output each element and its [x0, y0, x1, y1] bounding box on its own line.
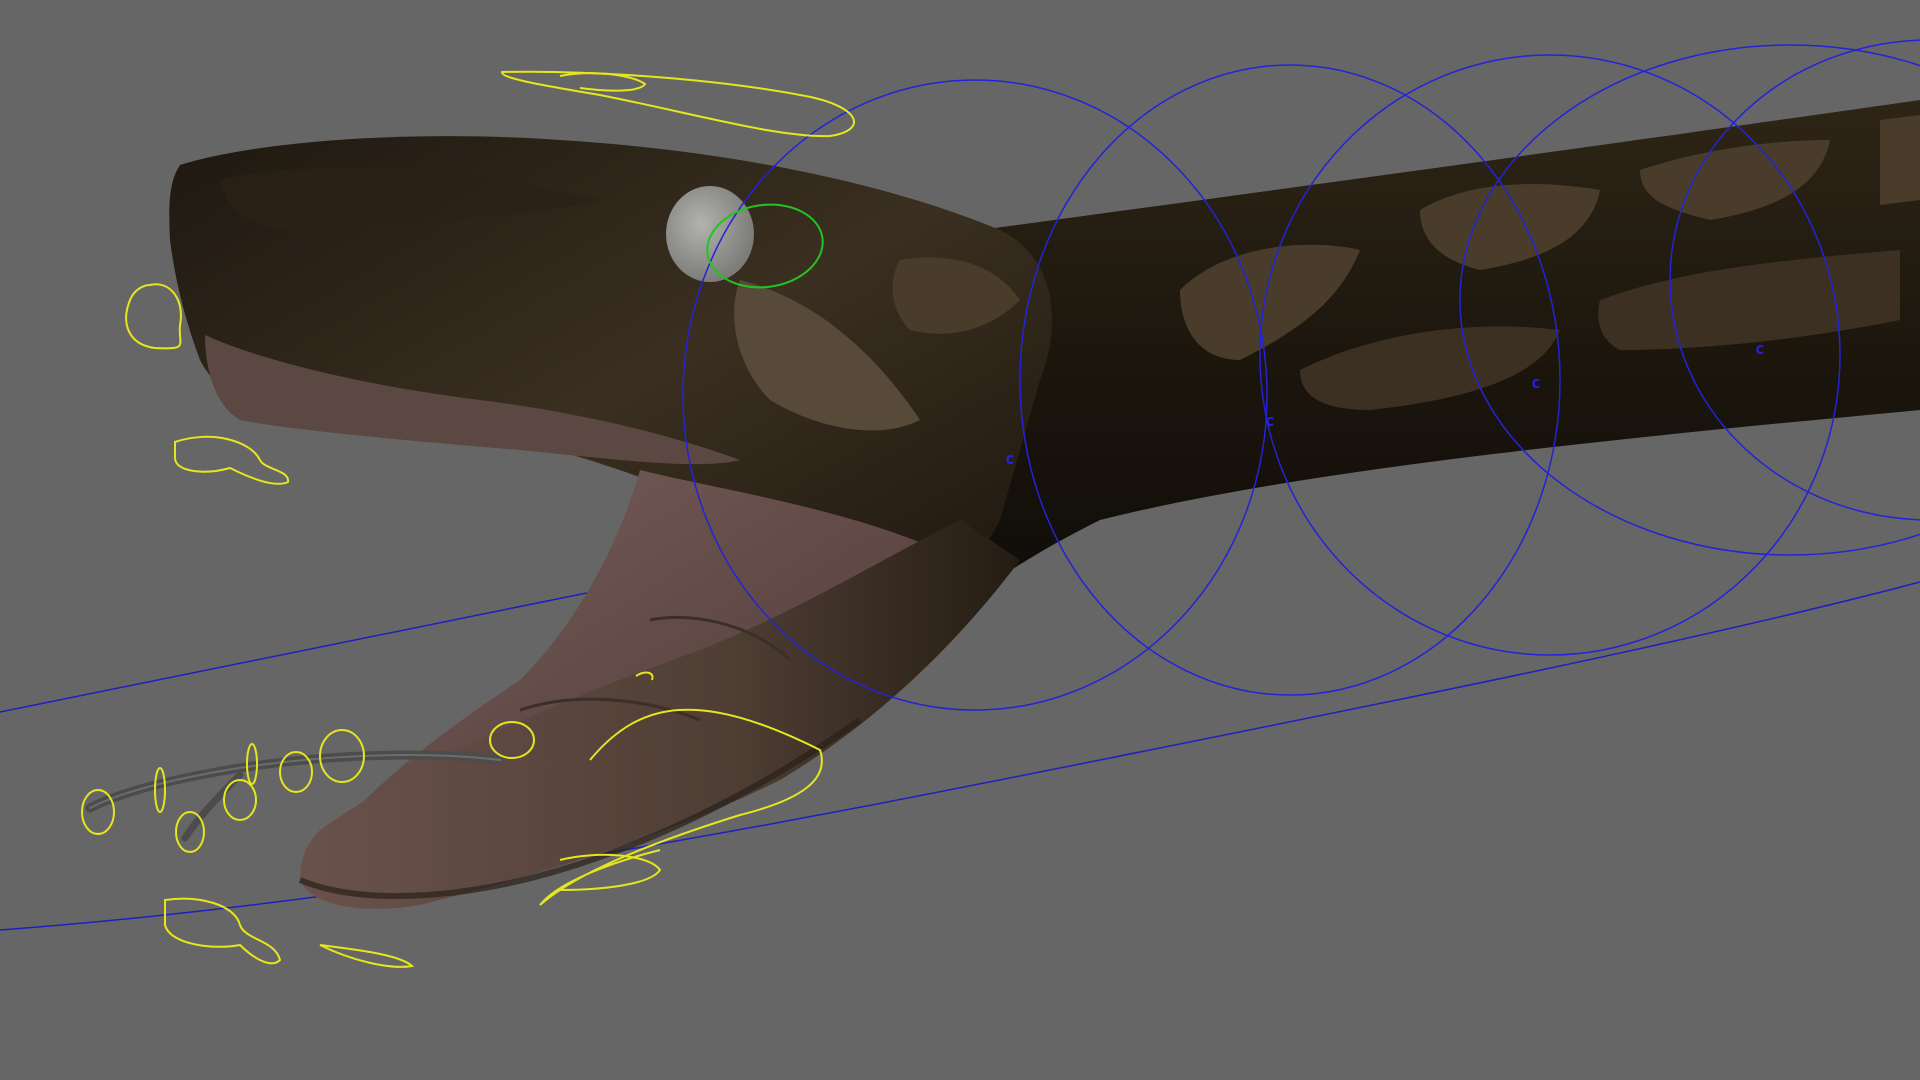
viewport-scene[interactable]: c c c c [0, 0, 1920, 1080]
ik-spline-curve-lower[interactable] [0, 581, 1920, 931]
spine-control-label: c [1265, 411, 1275, 430]
snake-eye[interactable] [666, 186, 754, 282]
spine-control-label: c [1755, 339, 1765, 358]
tongue-control[interactable] [223, 779, 257, 821]
maya-3d-viewport[interactable]: c c c c [0, 0, 1920, 1080]
spine-control-label: c [1005, 449, 1015, 468]
tongue-control[interactable] [81, 789, 115, 835]
nostril-control[interactable] [125, 283, 182, 350]
chin-control-tail[interactable] [319, 944, 415, 968]
tongue-control[interactable] [154, 767, 166, 813]
brow-control[interactable] [501, 70, 855, 138]
upper-lip-control[interactable] [174, 435, 290, 485]
spine-control-label: c [1531, 373, 1541, 392]
